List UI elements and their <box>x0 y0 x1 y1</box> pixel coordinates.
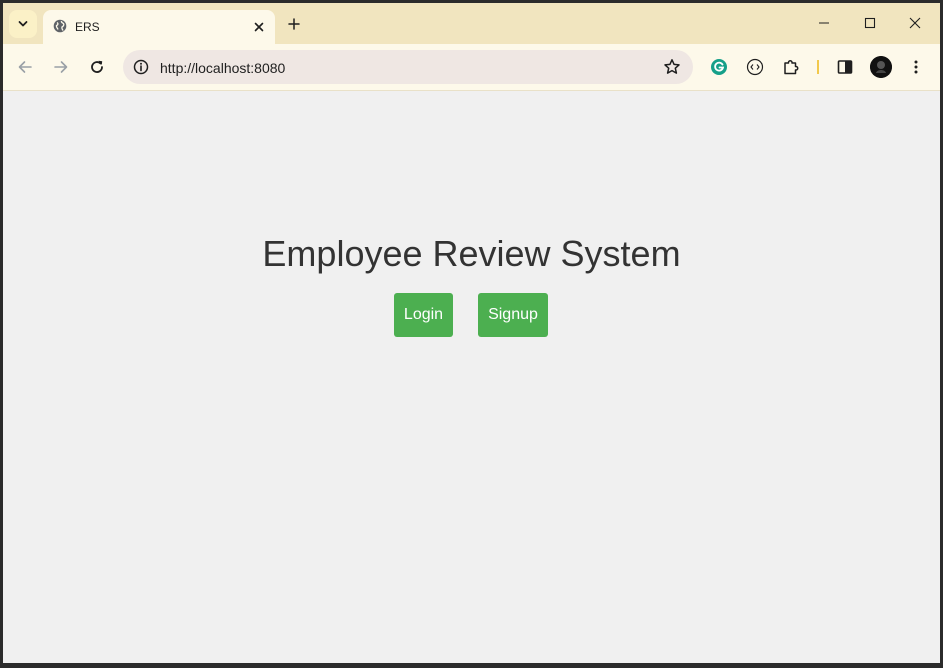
more-menu-icon <box>914 60 918 74</box>
bookmark-button[interactable] <box>663 58 681 76</box>
tab-strip: ERS <box>3 3 940 44</box>
back-arrow-icon <box>18 61 32 73</box>
back-button[interactable] <box>15 57 35 77</box>
grammarly-extension-button[interactable] <box>709 57 729 77</box>
side-panel-icon <box>837 60 853 74</box>
reload-button[interactable] <box>87 57 107 77</box>
address-bar[interactable]: http://localhost:8080 <box>123 50 693 84</box>
code-extension-button[interactable] <box>745 57 765 77</box>
minimize-icon <box>819 22 829 24</box>
new-tab-button[interactable] <box>284 14 304 34</box>
browser-toolbar: http://localhost:8080 <box>3 44 940 91</box>
puzzle-icon <box>784 60 799 75</box>
reload-icon <box>91 60 103 73</box>
signup-button[interactable]: Signup <box>478 293 548 337</box>
tab-search-icon <box>18 21 28 27</box>
window-close-button[interactable] <box>900 11 930 35</box>
grammarly-icon <box>711 59 727 75</box>
forward-arrow-icon <box>54 61 68 73</box>
login-button[interactable]: Login <box>394 293 453 337</box>
profile-avatar-image <box>870 56 892 78</box>
maximize-icon <box>864 17 876 29</box>
forward-button[interactable] <box>51 57 71 77</box>
plus-icon <box>288 18 300 30</box>
site-info-button[interactable] <box>132 58 150 76</box>
window-close-icon <box>909 17 921 29</box>
close-icon <box>254 22 264 32</box>
extensions-button[interactable] <box>781 57 801 77</box>
star-icon <box>664 59 680 74</box>
extension-code-icon <box>746 58 764 76</box>
tab-search-button[interactable] <box>9 10 37 38</box>
maximize-button[interactable] <box>855 11 885 35</box>
page-content: Employee Review System Login Signup <box>3 91 940 663</box>
toolbar-separator <box>817 60 819 74</box>
info-icon <box>133 59 149 75</box>
side-panel-button[interactable] <box>835 57 855 77</box>
minimize-button[interactable] <box>809 11 839 35</box>
page-title: Employee Review System <box>262 233 681 274</box>
url-text[interactable]: http://localhost:8080 <box>160 60 285 76</box>
more-menu-button[interactable] <box>906 57 926 77</box>
active-tab[interactable]: ERS <box>43 10 275 44</box>
browser-window: ERS http://localhost:8080 Employee Revie… <box>3 3 940 663</box>
tab-title: ERS <box>75 20 100 34</box>
tab-close-button[interactable] <box>251 19 267 35</box>
avatar[interactable] <box>870 56 892 78</box>
globe-icon <box>53 19 67 33</box>
